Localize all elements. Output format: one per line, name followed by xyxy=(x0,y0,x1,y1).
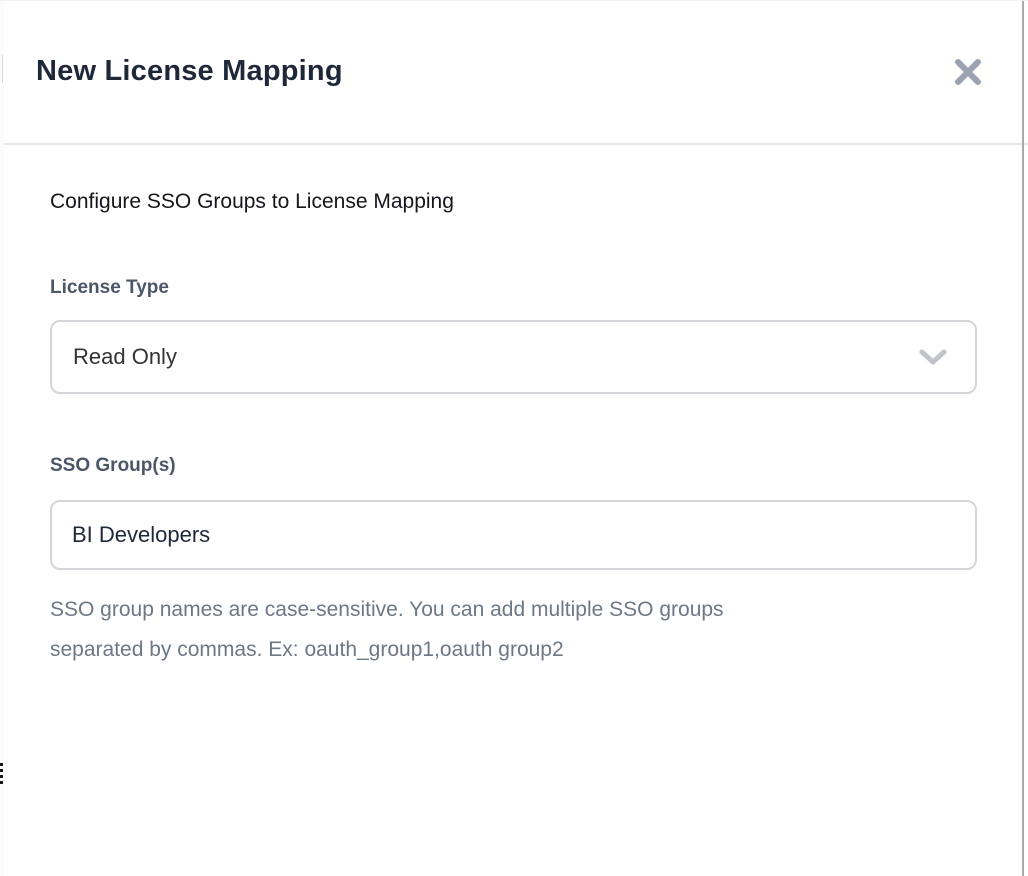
close-icon xyxy=(953,57,983,87)
new-license-mapping-modal: New License Mapping Configure SSO Groups… xyxy=(0,0,1028,876)
sso-groups-help-text: SSO group names are case-sensitive. You … xyxy=(50,570,977,670)
top-hairline xyxy=(0,0,1028,1)
background-edge-line xyxy=(2,55,3,83)
modal-header: New License Mapping xyxy=(0,0,1028,145)
sso-groups-input[interactable] xyxy=(50,500,977,570)
license-type-label: License Type xyxy=(50,277,977,299)
sso-groups-label: SSO Group(s) xyxy=(50,455,977,477)
background-page-sliver xyxy=(0,0,4,876)
sso-groups-help-line-1: SSO group names are case-sensitive. You … xyxy=(50,598,724,621)
chevron-down-icon xyxy=(919,348,947,366)
background-list-icon xyxy=(0,763,3,787)
sso-groups-help-line-2: separated by commas. Ex: oauth_group1,oa… xyxy=(50,638,564,661)
modal-subtitle: Configure SSO Groups to License Mapping xyxy=(50,145,977,214)
sso-groups-field: SSO Group(s) SSO group names are case-se… xyxy=(50,455,977,670)
modal-right-edge-line xyxy=(1022,0,1024,876)
license-type-selected-value: Read Only xyxy=(73,344,177,370)
license-type-field: License Type Read Only xyxy=(50,277,977,394)
license-type-select[interactable]: Read Only xyxy=(50,320,977,394)
close-button[interactable] xyxy=(948,52,988,92)
screen: New License Mapping Configure SSO Groups… xyxy=(0,0,1028,876)
modal-body: Configure SSO Groups to License Mapping … xyxy=(0,145,1028,670)
modal-title: New License Mapping xyxy=(36,55,343,88)
